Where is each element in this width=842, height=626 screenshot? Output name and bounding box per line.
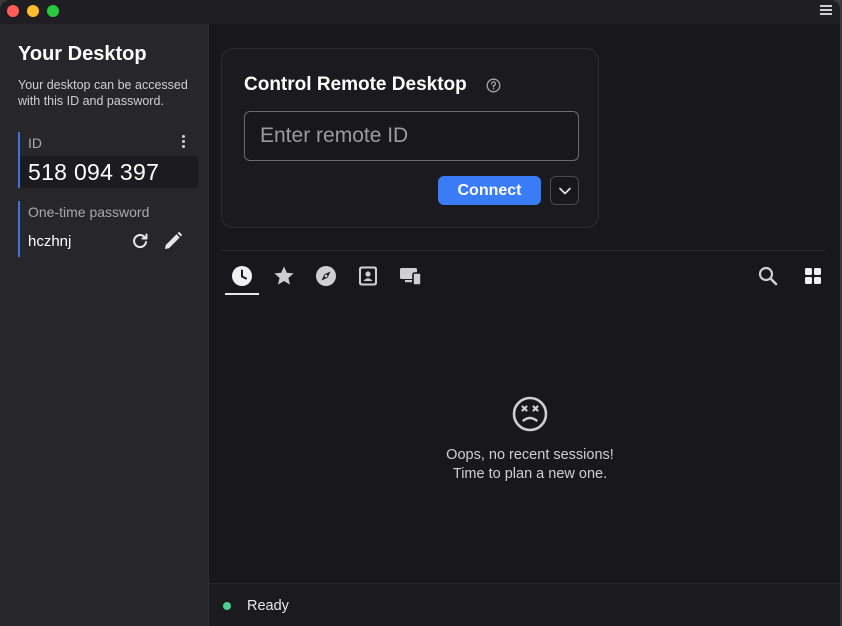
status-text: Ready bbox=[247, 598, 289, 614]
sidebar-description: Your desktop can be accessed with this I… bbox=[18, 78, 188, 108]
main-panel: Control Remote Desktop Connect bbox=[209, 24, 840, 626]
compass-icon bbox=[316, 266, 336, 286]
empty-state-message: Oops, no recent sessions! Time to plan a… bbox=[380, 446, 680, 484]
help-icon[interactable] bbox=[486, 78, 501, 93]
empty-state-line-1: Oops, no recent sessions! bbox=[446, 447, 614, 463]
contact-card-icon bbox=[359, 266, 377, 286]
desktop-id-value[interactable]: 518 094 397 bbox=[20, 156, 198, 188]
grid-view-icon bbox=[805, 268, 821, 284]
tab-discovered[interactable] bbox=[309, 261, 343, 295]
connect-button[interactable]: Connect bbox=[438, 176, 541, 205]
search-icon bbox=[758, 266, 778, 286]
search-button[interactable] bbox=[753, 261, 783, 291]
chevron-down-icon bbox=[559, 187, 571, 195]
sidebar-title: Your Desktop bbox=[18, 43, 147, 65]
password-value[interactable]: hczhnj bbox=[28, 233, 71, 250]
remote-id-input[interactable] bbox=[244, 111, 579, 161]
connect-options-button[interactable] bbox=[550, 176, 579, 205]
title-bar bbox=[0, 0, 840, 24]
id-block: ID 518 094 397 bbox=[18, 132, 198, 188]
clock-icon bbox=[232, 266, 252, 286]
star-icon bbox=[274, 266, 294, 285]
devices-icon bbox=[400, 268, 422, 286]
status-indicator bbox=[223, 602, 231, 610]
tab-favorites[interactable] bbox=[267, 261, 301, 295]
peer-tabs bbox=[225, 261, 830, 295]
card-title: Control Remote Desktop bbox=[244, 74, 467, 95]
sad-face-icon bbox=[512, 396, 548, 432]
view-toggle-button[interactable] bbox=[798, 261, 828, 291]
id-label: ID bbox=[28, 135, 42, 151]
zoom-window-button[interactable] bbox=[47, 5, 59, 17]
tab-devices[interactable] bbox=[393, 261, 427, 295]
sidebar: Your Desktop Your desktop can be accesse… bbox=[0, 24, 209, 626]
edit-password-icon[interactable] bbox=[162, 230, 184, 252]
status-bar: Ready bbox=[209, 583, 840, 626]
minimize-window-button[interactable] bbox=[27, 5, 39, 17]
password-label: One-time password bbox=[28, 204, 150, 220]
refresh-password-icon[interactable] bbox=[130, 231, 150, 251]
empty-state-line-2: Time to plan a new one. bbox=[452, 466, 608, 482]
hamburger-menu-icon[interactable] bbox=[820, 5, 832, 17]
app-window: Your Desktop Your desktop can be accesse… bbox=[0, 0, 840, 626]
tab-address-book[interactable] bbox=[351, 261, 385, 295]
password-block: One-time password hczhnj bbox=[18, 201, 198, 257]
divider bbox=[221, 250, 826, 251]
more-options-icon[interactable] bbox=[182, 135, 186, 151]
tab-recent-sessions[interactable] bbox=[225, 261, 259, 295]
close-window-button[interactable] bbox=[7, 5, 19, 17]
control-remote-card: Control Remote Desktop Connect bbox=[221, 48, 599, 228]
